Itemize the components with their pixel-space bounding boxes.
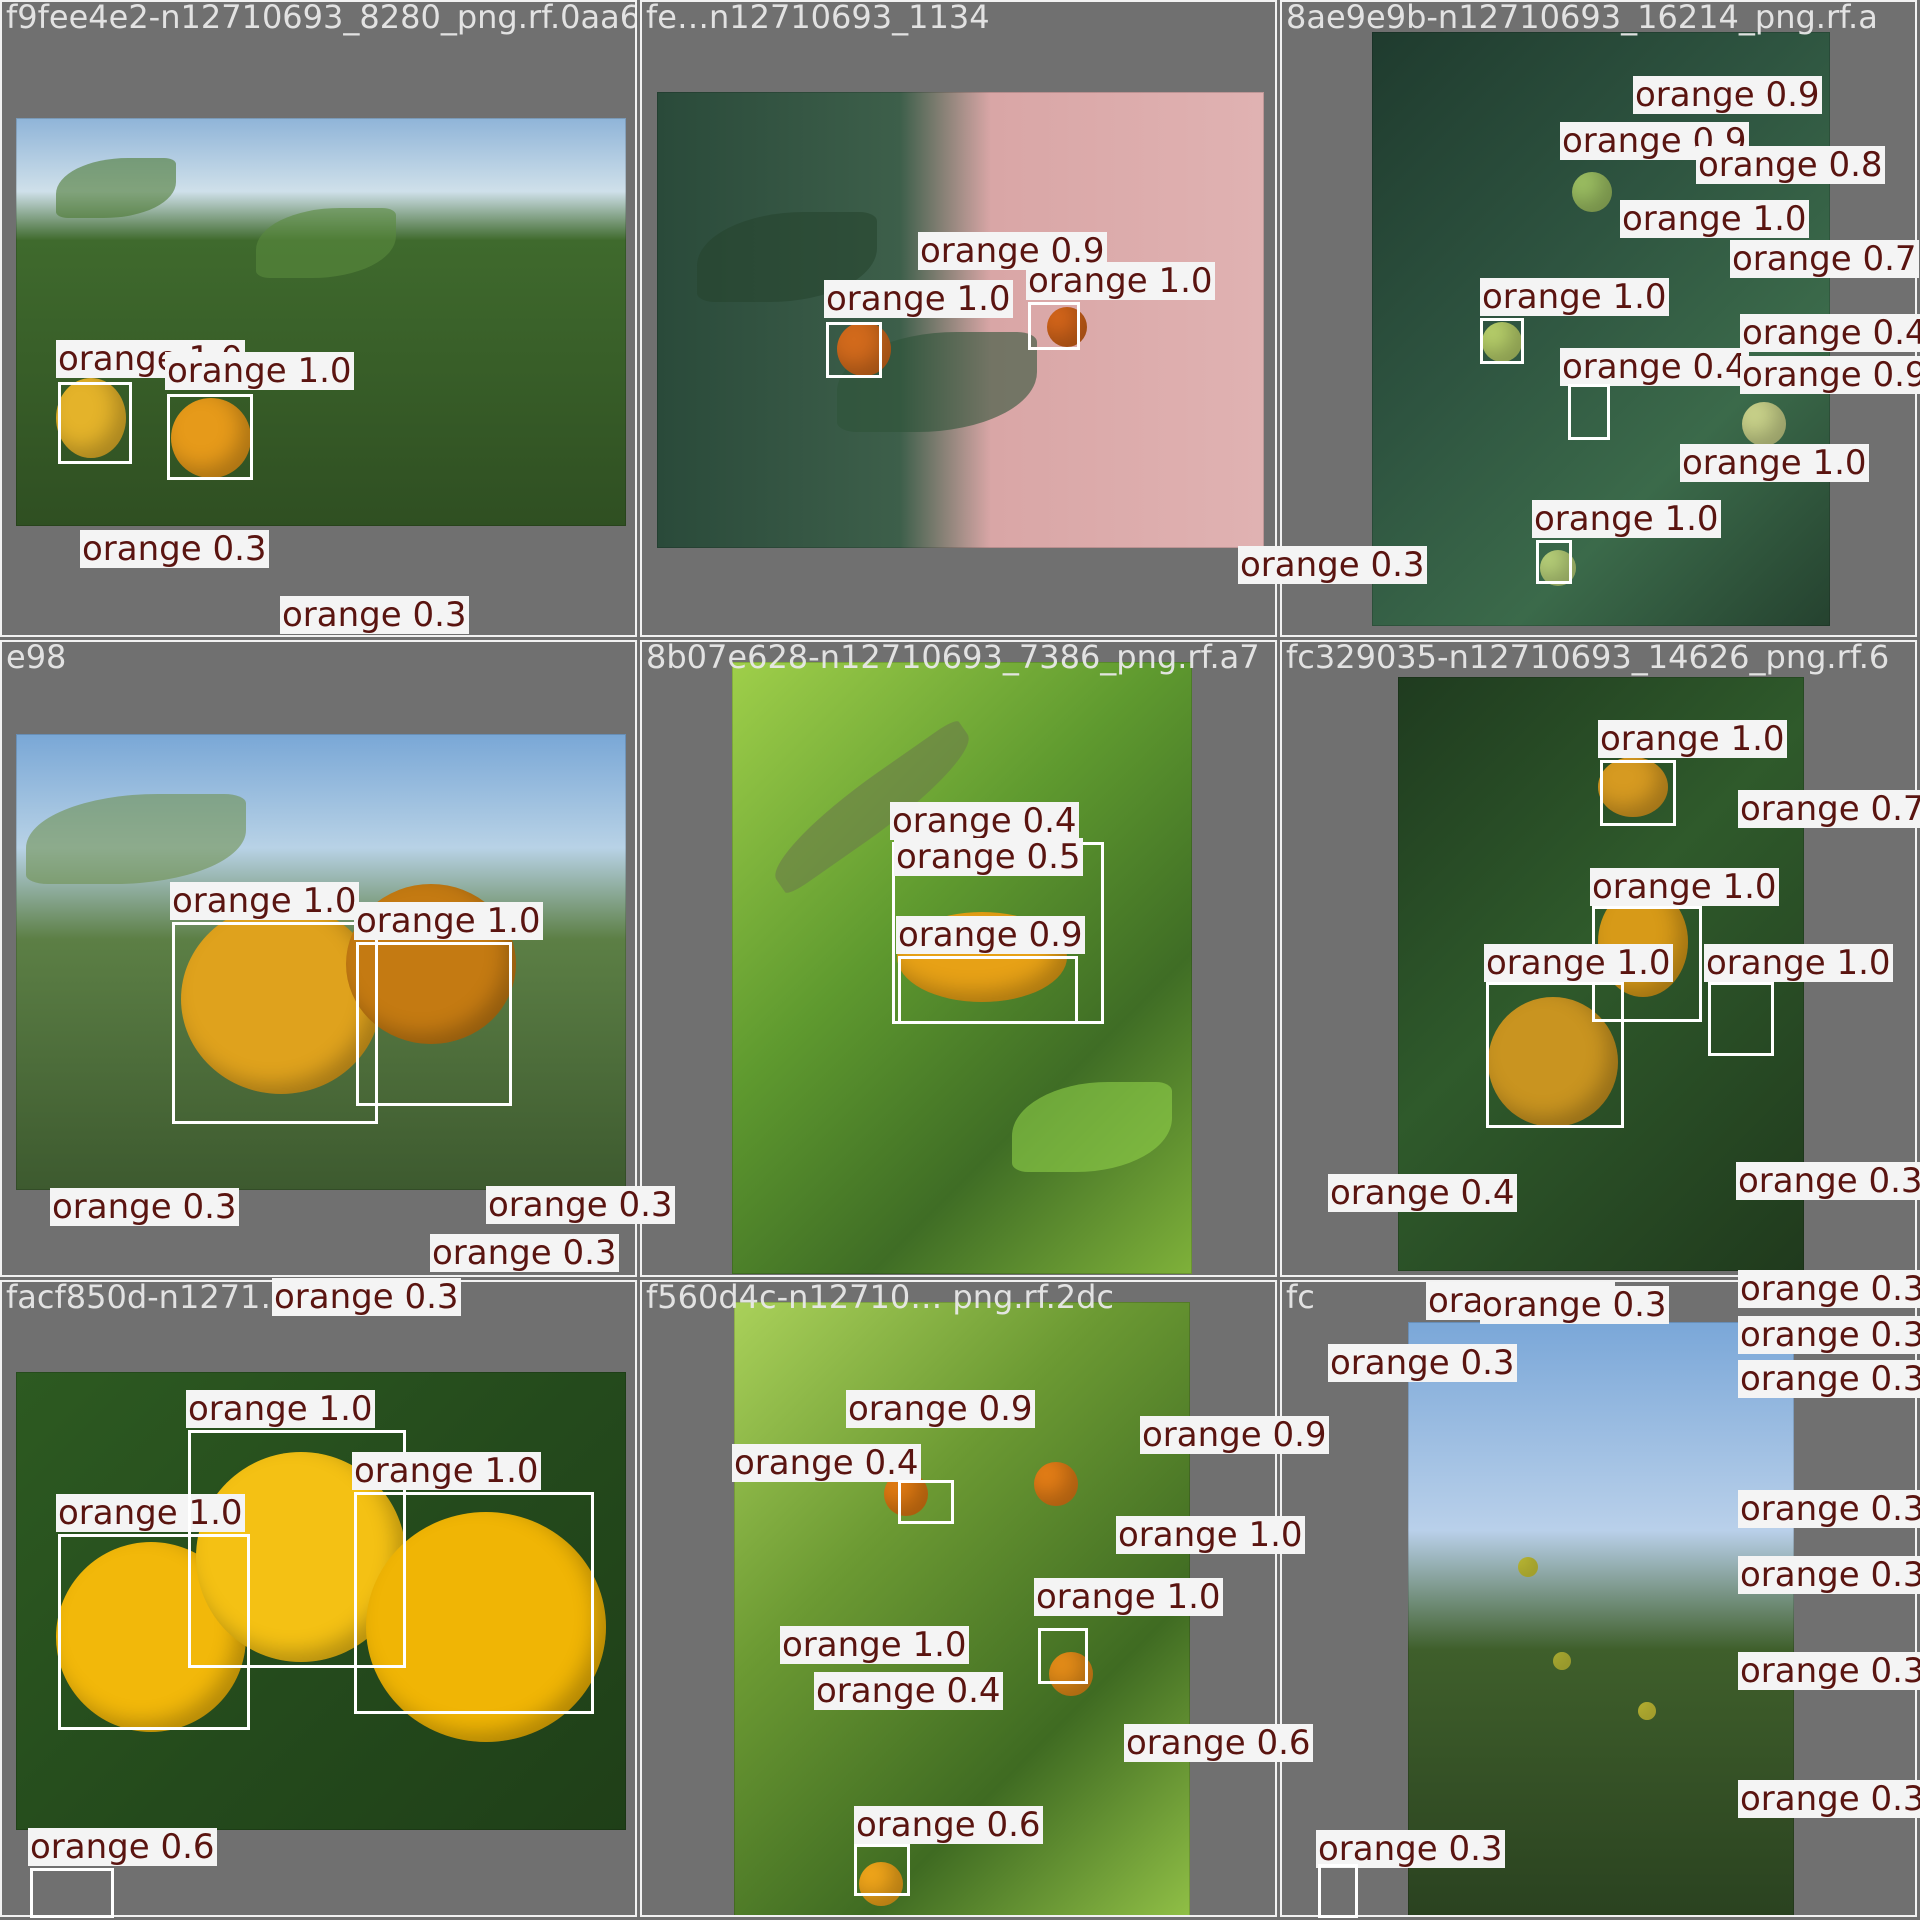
image-tile-7[interactable]: facf850d-n1271… _png.rf.81: [0, 1280, 637, 1917]
image-filename: facf850d-n1271… _png.rf.81: [6, 1280, 463, 1316]
image-filename: f9fee4e2-n12710693_8280_png.rf.0aa6: [6, 0, 637, 36]
image-filename: e98: [6, 640, 67, 676]
image-tile-2[interactable]: fe…n12710693_1134: [640, 0, 1277, 637]
mosaic-grid: f9fee4e2-n12710693_8280_png.rf.0aa6 fe…n…: [0, 0, 1920, 1920]
image-tile-9[interactable]: fc: [1280, 1280, 1917, 1917]
photo: [657, 92, 1264, 548]
image-tile-6[interactable]: fc329035-n12710693_14626_png.rf.6: [1280, 640, 1917, 1277]
photo: [1398, 677, 1804, 1271]
image-tile-8[interactable]: f560d4c-n12710… png.rf.2dc: [640, 1280, 1277, 1917]
image-filename: f560d4c-n12710… png.rf.2dc: [646, 1280, 1115, 1316]
image-filename: fc: [1286, 1280, 1315, 1316]
photo: [16, 118, 626, 526]
image-tile-1[interactable]: f9fee4e2-n12710693_8280_png.rf.0aa6: [0, 0, 637, 637]
photo: [732, 662, 1192, 1274]
photo: [16, 1372, 626, 1830]
image-filename: fe…n12710693_1134: [646, 0, 990, 36]
photo: [1408, 1322, 1794, 1915]
image-tile-5[interactable]: 8b07e628-n12710693_7386_png.rf.a7: [640, 640, 1277, 1277]
image-filename: 8ae9e9b-n12710693_16214_png.rf.a: [1286, 0, 1878, 36]
photo: [16, 734, 626, 1190]
image-tile-3[interactable]: 8ae9e9b-n12710693_16214_png.rf.a: [1280, 0, 1917, 637]
photo: [1372, 32, 1830, 626]
photo: [734, 1302, 1190, 1915]
image-filename: fc329035-n12710693_14626_png.rf.6: [1286, 640, 1890, 676]
image-filename: 8b07e628-n12710693_7386_png.rf.a7: [646, 640, 1260, 676]
image-tile-4[interactable]: e98: [0, 640, 637, 1277]
